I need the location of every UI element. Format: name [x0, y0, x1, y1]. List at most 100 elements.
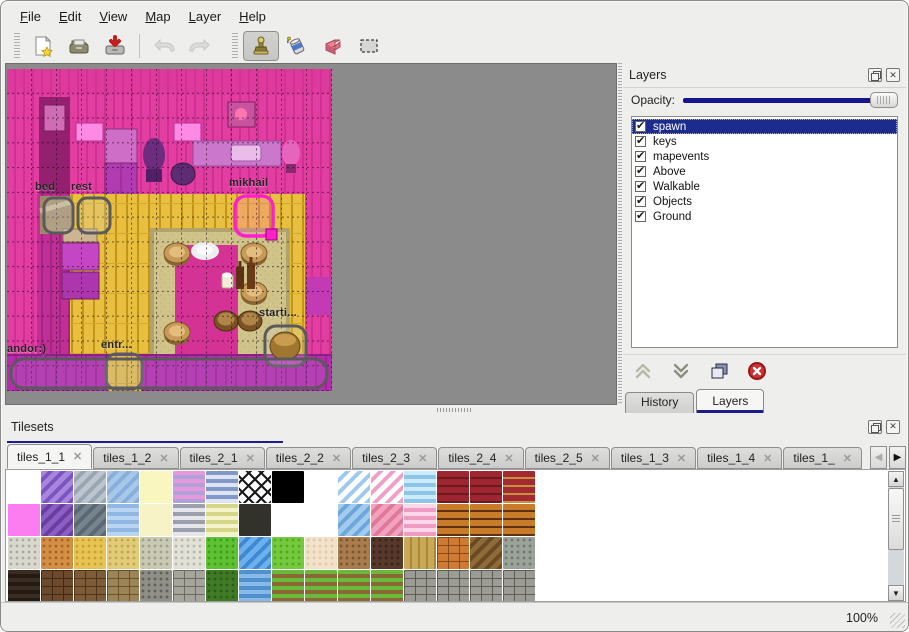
tile-0-8[interactable]	[272, 471, 304, 503]
tile-0-12[interactable]	[404, 471, 436, 503]
tile-3-7[interactable]	[239, 570, 271, 602]
lower-layer-button[interactable]	[669, 359, 693, 383]
tab-scroll-left-button[interactable]: ◀	[870, 446, 887, 469]
tile-3-2[interactable]	[74, 570, 106, 602]
dock-tab-history[interactable]: History	[625, 392, 694, 413]
tile-1-1[interactable]	[41, 504, 73, 536]
tile-3-15[interactable]	[503, 570, 535, 602]
float-button[interactable]	[868, 68, 882, 82]
dock-tab-layers[interactable]: Layers	[696, 389, 764, 413]
tilesets-close-button[interactable]: ✕	[886, 420, 900, 434]
tile-0-15[interactable]	[503, 471, 535, 503]
delete-layer-button[interactable]	[745, 359, 769, 383]
duplicate-layer-button[interactable]	[707, 359, 731, 383]
tile-2-2[interactable]	[74, 537, 106, 569]
menu-file[interactable]: File	[11, 5, 50, 28]
layer-visibility-checkbox[interactable]	[635, 166, 646, 177]
opacity-slider[interactable]	[683, 92, 898, 108]
menu-map[interactable]: Map	[136, 5, 179, 28]
tileset-tab-tiles_1_2[interactable]: tiles_1_2✕	[93, 447, 178, 469]
tile-1-14[interactable]	[470, 504, 502, 536]
layer-visibility-checkbox[interactable]	[635, 136, 646, 147]
map-object-rest[interactable]	[78, 198, 110, 233]
tab-close-icon[interactable]: ✕	[246, 452, 255, 465]
scrollbar-thumb[interactable]	[888, 488, 904, 550]
tileset-tab-tiles_2_4[interactable]: tiles_2_4✕	[438, 447, 523, 469]
tile-0-7[interactable]	[239, 471, 271, 503]
scroll-up-button[interactable]: ▲	[888, 471, 904, 487]
tile-2-11[interactable]	[371, 537, 403, 569]
tile-0-2[interactable]	[74, 471, 106, 503]
tileset-view[interactable]: ▲ ▼	[5, 469, 906, 602]
tile-1-7[interactable]	[239, 504, 271, 536]
tile-3-13[interactable]	[437, 570, 469, 602]
tile-1-6[interactable]	[206, 504, 238, 536]
tile-2-8[interactable]	[272, 537, 304, 569]
toolbar-grip[interactable]	[14, 33, 20, 59]
tile-2-12[interactable]	[404, 537, 436, 569]
undo-button[interactable]	[146, 31, 182, 61]
tab-close-icon[interactable]: ✕	[504, 452, 513, 465]
tile-2-4[interactable]	[140, 537, 172, 569]
menu-view[interactable]: View	[90, 5, 136, 28]
horizontal-splitter[interactable]	[5, 406, 617, 414]
save-button[interactable]	[97, 31, 133, 61]
tileset-tab-tiles_2_3[interactable]: tiles_2_3✕	[352, 447, 437, 469]
tab-close-icon[interactable]: ✕	[843, 452, 852, 465]
tile-1-3[interactable]	[107, 504, 139, 536]
tile-2-15[interactable]	[503, 537, 535, 569]
tileset-tab-tiles_1_1[interactable]: tiles_1_1✕	[7, 444, 92, 469]
tile-0-3[interactable]	[107, 471, 139, 503]
tile-3-9[interactable]	[305, 570, 337, 602]
tile-0-6[interactable]	[206, 471, 238, 503]
menu-layer[interactable]: Layer	[180, 5, 231, 28]
new-file-button[interactable]	[25, 31, 61, 61]
tileset-tab-tiles_2_2[interactable]: tiles_2_2✕	[266, 447, 351, 469]
tile-1-13[interactable]	[437, 504, 469, 536]
tab-close-icon[interactable]: ✕	[418, 452, 427, 465]
layer-visibility-checkbox[interactable]	[635, 151, 646, 162]
layer-row-Ground[interactable]: Ground	[632, 209, 897, 224]
tile-3-6[interactable]	[206, 570, 238, 602]
layer-visibility-checkbox[interactable]	[635, 211, 646, 222]
layer-list[interactable]: spawnkeysmapeventsAboveWalkableObjectsGr…	[631, 116, 898, 348]
tile-1-0[interactable]	[8, 504, 40, 536]
tile-3-5[interactable]	[173, 570, 205, 602]
stamp-tool-button[interactable]	[243, 31, 279, 61]
close-button[interactable]: ✕	[886, 68, 900, 82]
map-object-bed[interactable]	[44, 198, 73, 233]
tab-close-icon[interactable]: ✕	[763, 452, 772, 465]
tab-close-icon[interactable]: ✕	[73, 450, 82, 463]
tile-2-13[interactable]	[437, 537, 469, 569]
tile-3-11[interactable]	[371, 570, 403, 602]
tile-2-1[interactable]	[41, 537, 73, 569]
layer-row-Walkable[interactable]: Walkable	[632, 179, 897, 194]
tile-3-0[interactable]	[8, 570, 40, 602]
tile-0-9[interactable]	[305, 471, 337, 503]
layer-row-mapevents[interactable]: mapevents	[632, 149, 897, 164]
tab-close-icon[interactable]: ✕	[591, 452, 600, 465]
tile-2-3[interactable]	[107, 537, 139, 569]
tile-3-12[interactable]	[404, 570, 436, 602]
tab-close-icon[interactable]: ✕	[677, 452, 686, 465]
object-resize-handle[interactable]	[266, 229, 277, 240]
tile-2-9[interactable]	[305, 537, 337, 569]
tileset-tab-tiles_1_[interactable]: tiles_1_✕	[783, 447, 862, 469]
open-button[interactable]	[61, 31, 97, 61]
tile-0-4[interactable]	[140, 471, 172, 503]
map-object-porch[interactable]	[11, 359, 327, 388]
tile-1-8[interactable]	[272, 504, 304, 536]
select-tool-button[interactable]	[351, 31, 387, 61]
tile-0-13[interactable]	[437, 471, 469, 503]
layer-visibility-checkbox[interactable]	[635, 181, 646, 192]
tile-3-4[interactable]	[140, 570, 172, 602]
tile-2-0[interactable]	[8, 537, 40, 569]
map-object-mikhail[interactable]	[235, 196, 277, 240]
tile-2-6[interactable]	[206, 537, 238, 569]
tileset-tab-tiles_1_3[interactable]: tiles_1_3✕	[611, 447, 696, 469]
layer-visibility-checkbox[interactable]	[635, 121, 646, 132]
tile-0-1[interactable]	[41, 471, 73, 503]
tile-1-9[interactable]	[305, 504, 337, 536]
menu-edit[interactable]: Edit	[50, 5, 90, 28]
resize-grip[interactable]	[890, 613, 905, 628]
